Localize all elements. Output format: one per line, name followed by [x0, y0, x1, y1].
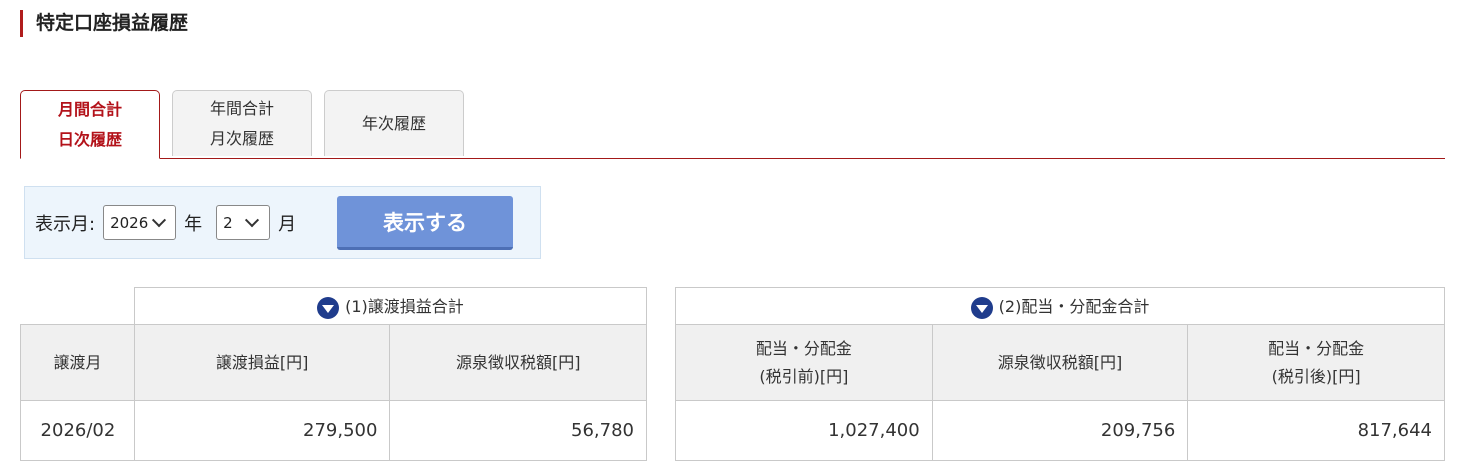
tab-monthly-total-line2: 日次履歴: [57, 129, 122, 149]
tab-yearly-history-label: 年次履歴: [361, 113, 426, 133]
row-withholding-tax: 56,780: [389, 400, 647, 461]
tab-yearly-history[interactable]: 年次履歴: [324, 90, 464, 156]
tab-monthly-total-line1: 月間合計: [57, 99, 122, 119]
show-button[interactable]: 表示する: [337, 196, 513, 250]
transfer-pl-table: (1)譲渡損益合計 譲渡月 譲渡損益[円] 源泉徴収税額[円] 2026/02 …: [20, 287, 648, 461]
table-row: 2026/02 279,500 56,780: [20, 400, 647, 461]
month-select-value: 2: [223, 213, 233, 232]
col-withholding-tax: 源泉徴収税額[円]: [389, 324, 647, 401]
collapse-arrow-icon[interactable]: [970, 296, 993, 319]
col-dividend-gross: 配当・分配金 (税引前)[円]: [675, 324, 933, 401]
dividend-table: (2)配当・分配金合計 配当・分配金 (税引前)[円] 源泉徴収税額[円] 配当…: [675, 287, 1445, 461]
transfer-pl-caption: (1)譲渡損益合計: [133, 287, 648, 325]
filter-label: 表示月:: [35, 213, 96, 235]
empty-corner: [20, 287, 135, 325]
col-dividend-net: 配当・分配金 (税引後)[円]: [1187, 324, 1445, 401]
tab-monthly-total[interactable]: 月間合計 日次履歴: [20, 90, 160, 159]
row-dividend-gross: 1,027,400: [675, 400, 933, 461]
col-dividend-net-line1: 配当・分配金: [1268, 338, 1365, 358]
col-dividend-net-line2: (税引後)[円]: [1271, 366, 1361, 386]
page-title: 特定口座損益履歴: [20, 10, 188, 37]
col-dividend-tax: 源泉徴収税額[円]: [931, 324, 1189, 401]
tab-bar: 月間合計 日次履歴 年間合計 月次履歴 年次履歴: [20, 90, 1445, 159]
collapse-arrow-icon[interactable]: [317, 296, 340, 319]
dividend-caption: (2)配当・分配金合計: [675, 287, 1445, 325]
row-dividend-net: 817,644: [1187, 400, 1445, 461]
month-select[interactable]: 2: [216, 205, 271, 240]
col-transfer-pl: 譲渡損益[円]: [133, 324, 391, 401]
row-month: 2026/02: [20, 400, 135, 461]
filter-panel: 表示月: 2026 年 2 月 表示する: [24, 186, 541, 259]
year-select[interactable]: 2026: [103, 205, 177, 240]
row-dividend-tax: 209,756: [931, 400, 1189, 461]
year-unit: 年: [184, 213, 203, 235]
col-transfer-month: 譲渡月: [20, 324, 135, 401]
tab-yearly-total-line2: 月次履歴: [209, 128, 274, 148]
dividend-caption-text: (2)配当・分配金合計: [998, 297, 1150, 317]
month-unit: 月: [278, 213, 297, 235]
table-row: 1,027,400 209,756 817,644: [675, 400, 1445, 461]
tab-yearly-total-line1: 年間合計: [209, 98, 274, 118]
chevron-down-icon: [152, 212, 167, 227]
chevron-down-icon: [244, 212, 259, 227]
tab-yearly-total[interactable]: 年間合計 月次履歴: [172, 90, 312, 156]
transfer-pl-caption-text: (1)譲渡損益合計: [345, 297, 464, 317]
col-dividend-gross-line1: 配当・分配金: [755, 338, 852, 358]
col-dividend-gross-line2: (税引前)[円]: [759, 366, 849, 386]
year-select-value: 2026: [110, 213, 149, 232]
row-transfer-pl: 279,500: [133, 400, 391, 461]
